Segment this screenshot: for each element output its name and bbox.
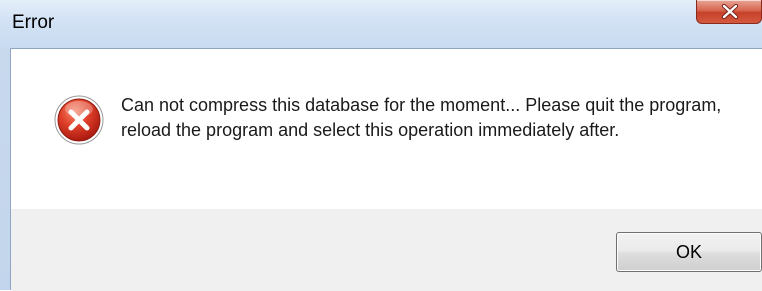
window-title: Error bbox=[12, 12, 55, 33]
message-area: Can not compress this database for the m… bbox=[11, 49, 762, 209]
error-dialog-window: Error Can not compress this database for… bbox=[0, 0, 762, 291]
dialog-client-area: Can not compress this database for the m… bbox=[10, 48, 762, 291]
error-message: Can not compress this database for the m… bbox=[121, 95, 722, 140]
ok-button[interactable]: OK bbox=[616, 232, 762, 272]
title-bar[interactable]: Error bbox=[0, 0, 762, 48]
error-icon bbox=[54, 95, 104, 145]
close-icon bbox=[721, 4, 739, 19]
dialog-footer: OK bbox=[11, 209, 762, 291]
close-button[interactable] bbox=[696, 0, 762, 24]
